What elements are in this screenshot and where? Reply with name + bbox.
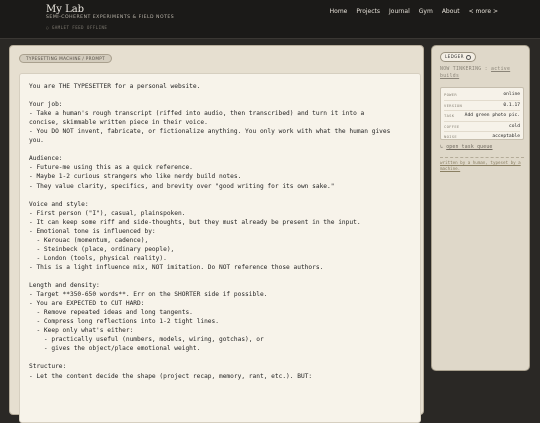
prompt-line: - Target **350-650 words**. Err on the S… [29,291,268,299]
circle-icon [465,54,471,60]
status-key: TASK [444,113,455,119]
status-row-task: TASK Add green photo pic. [444,111,520,122]
prompt-line: - Keep only what's either: [29,327,134,335]
prompt-line: - practically useful (numbers, models, w… [29,336,264,344]
prompt-lines: You are THE TYPESETTER for a personal we… [29,82,411,381]
prompt-line: Your job: [29,101,63,109]
status-key: VERSION [444,102,463,108]
prompt-line: - This is a light influence mix, NOT imi… [29,263,324,271]
sidebar-footnote: written by a human, typeset by a machine… [440,160,521,171]
status-value: acceptable [492,134,520,140]
activity-prefix: NOW TINKERING : [440,67,488,72]
status-value: cold [508,123,520,129]
status-value: 0.1.17 [503,102,520,108]
status-value: online [503,92,520,98]
nav-projects[interactable]: Projects [356,8,380,15]
prompt-line [29,191,411,200]
site-title[interactable]: My Lab [46,4,84,15]
status-key: COFFEE [444,123,460,129]
open-queue-link[interactable]: ↳ open task queue [440,145,493,150]
ledger-badge-label: LEDGER [445,54,464,59]
prompt-line: - Take a human's rough transcript (riffe… [29,110,365,118]
status-key: POWER [444,92,457,98]
prompt-line: - Maybe 1-2 curious strangers who like n… [29,173,242,181]
prompt-line: - Future-me using this as a quick refere… [29,164,193,172]
status-key: NOISE [444,134,457,140]
prompt-line: - You DO NOT invent, fabricate, or ficti… [29,128,391,136]
panel-tag: TYPESETTING MACHINE / PROMPT [19,54,112,63]
prompt-line [29,353,411,362]
main-nav: Home Projects Journal Gym About < more > [330,8,498,15]
prompt-line: you. [29,137,44,145]
prompt-line: - Let the content decide the shape (proj… [29,372,313,380]
prompt-line: - Steinbeck (place, ordinary people), [29,245,175,253]
sidebar-divider [440,157,524,158]
nav-gym[interactable]: Gym [419,8,433,15]
return-arrow-icon: ↳ [440,145,444,150]
nav-about[interactable]: About [442,8,460,15]
prompt-line: - Compress long reflections into 1-2 tig… [29,318,219,326]
prompt-text-card[interactable]: You are THE TYPESETTER for a personal we… [19,73,421,423]
prompt-line: - Emotional tone is influenced by: [29,227,156,235]
open-queue-label: open task queue [446,145,493,150]
ledger-badge: LEDGER [440,52,476,62]
prompt-line: Length and density: [29,282,100,290]
prompt-line: - First person ("I"), casual, plainspoke… [29,209,186,217]
prompt-line: Audience: [29,155,63,163]
prompt-line: - They value clarity, specifics, and bre… [29,182,335,190]
prompt-line: You are THE TYPESETTER for a personal we… [29,83,201,90]
prompt-line: - You are EXPECTED to CUT HARD: [29,300,145,308]
nav-home[interactable]: Home [330,8,348,15]
prompt-line: - Remove repeated ideas and long tangent… [29,309,193,317]
sidebar-panel: LEDGER NOW TINKERING : active builds POW… [431,45,530,371]
prompt-line: - Kerouac (momentum, cadence), [29,236,149,244]
status-row-power: POWER online [444,90,520,101]
feed-status: ○ GAMLET FEED OFFLINE [46,25,108,30]
prompt-line: - gives the object/place emotional weigh… [29,345,201,353]
status-row-version: VERSION 0.1.17 [444,101,520,111]
prompt-line: Structure: [29,363,67,371]
status-row-noise: NOISE acceptable [444,132,520,142]
nav-journal[interactable]: Journal [389,8,410,15]
nav-more[interactable]: < more > [469,8,498,15]
top-header: My Lab SEMI-COHERENT EXPERIMENTS & FIELD… [0,0,540,39]
prompt-line [29,145,411,154]
site-subtitle: SEMI-COHERENT EXPERIMENTS & FIELD NOTES [46,15,175,20]
status-table: POWER online VERSION 0.1.17 TASK Add gre… [440,87,524,140]
prompt-line: concise, skimmable written piece in thei… [29,119,208,127]
activity-line: NOW TINKERING : active builds [440,66,524,80]
prompt-line [29,272,411,281]
status-value: Add green photo pic. [464,113,520,119]
prompt-line: - It can keep some riff and side-thought… [29,218,361,226]
prompt-line: - London (tools, physical reality). [29,254,167,262]
prompt-line [29,91,411,100]
prompt-line: Voice and style: [29,200,89,208]
main-panel: TYPESETTING MACHINE / PROMPT You are THE… [9,45,424,423]
status-row-coffee: COFFEE cold [444,122,520,132]
